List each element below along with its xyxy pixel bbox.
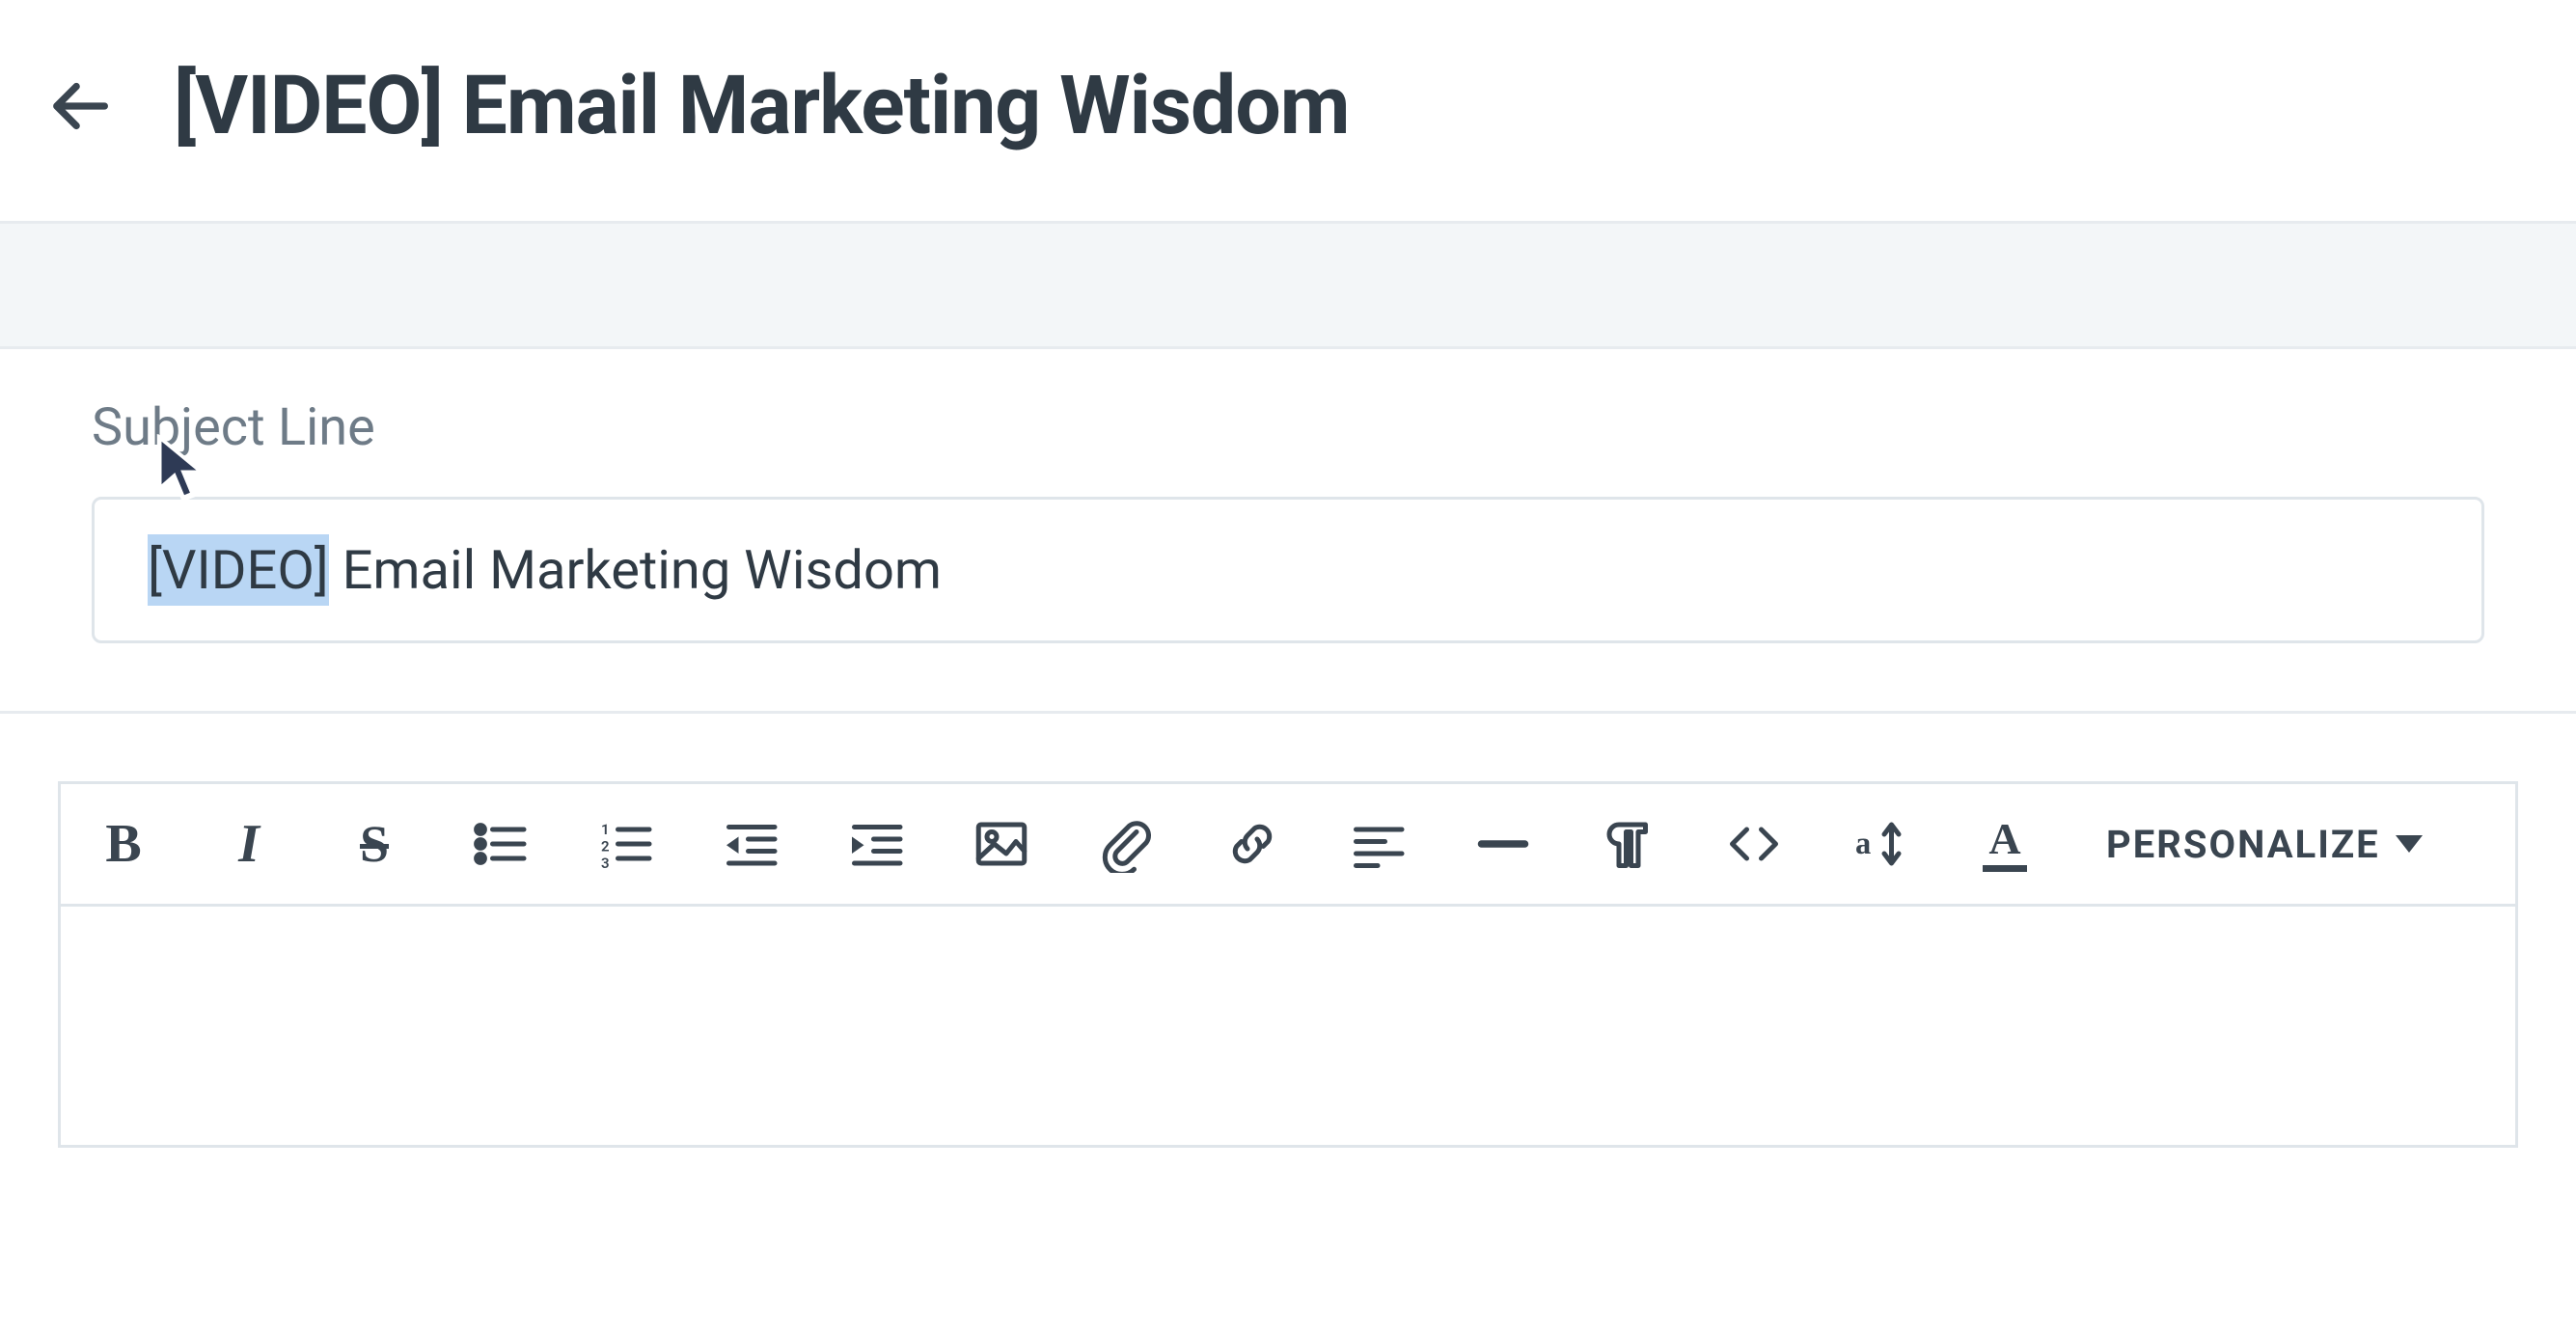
- subject-line-label: Subject Line: [92, 397, 2484, 458]
- bullet-list-button[interactable]: [437, 784, 562, 904]
- code-icon: [1725, 815, 1783, 873]
- italic-icon: I: [238, 813, 260, 875]
- bold-button[interactable]: B: [61, 784, 186, 904]
- paragraph-format-button[interactable]: [1566, 784, 1691, 904]
- arrow-left-icon: [48, 72, 116, 140]
- text-color-underline: [1983, 865, 2027, 872]
- subject-section: Subject Line [VIDEO] Email Marketing Wis…: [0, 349, 2576, 714]
- text-color-icon: A: [1988, 817, 2020, 861]
- link-button[interactable]: [1190, 784, 1315, 904]
- align-left-icon: [1349, 815, 1407, 873]
- link-icon: [1223, 815, 1281, 873]
- subject-selected-text: [VIDEO]: [148, 534, 329, 606]
- numbered-list-icon: 1 2 3: [596, 815, 654, 873]
- indent-icon: [847, 815, 905, 873]
- bold-icon: B: [105, 813, 141, 875]
- subject-line-input[interactable]: [VIDEO] Email Marketing Wisdom: [92, 497, 2484, 643]
- strikethrough-button[interactable]: S: [312, 784, 437, 904]
- back-button[interactable]: [39, 63, 125, 149]
- personalize-dropdown[interactable]: PERSONALIZE: [2068, 784, 2461, 904]
- editor-wrap: B I S 1 2 3: [0, 714, 2576, 1148]
- horizontal-rule-button[interactable]: [1440, 784, 1566, 904]
- line-height-icon: a: [1850, 815, 1908, 873]
- rich-text-toolbar: B I S 1 2 3: [58, 781, 2518, 907]
- italic-button[interactable]: I: [186, 784, 312, 904]
- caret-down-icon: [2396, 835, 2423, 853]
- svg-text:2: 2: [601, 838, 610, 856]
- outdent-button[interactable]: [688, 784, 813, 904]
- bullet-list-icon: [471, 815, 529, 873]
- personalize-label: PERSONALIZE: [2106, 822, 2380, 867]
- pilcrow-icon: [1600, 815, 1658, 873]
- paperclip-icon: [1098, 815, 1156, 873]
- email-body-editor[interactable]: [58, 907, 2518, 1148]
- strikethrough-icon: S: [360, 814, 389, 874]
- image-icon: [973, 815, 1030, 873]
- toolbar-strip: [0, 224, 2576, 349]
- text-color-button[interactable]: A: [1942, 784, 2068, 904]
- svg-text:3: 3: [601, 855, 610, 872]
- align-button[interactable]: [1315, 784, 1440, 904]
- outdent-icon: [722, 815, 780, 873]
- numbered-list-button[interactable]: 1 2 3: [562, 784, 688, 904]
- image-button[interactable]: [939, 784, 1064, 904]
- subject-rest-text: Email Marketing Wisdom: [329, 538, 942, 602]
- attachment-button[interactable]: [1064, 784, 1190, 904]
- svg-text:a: a: [1855, 827, 1871, 861]
- line-height-button[interactable]: a: [1817, 784, 1942, 904]
- horizontal-rule-icon: [1474, 815, 1532, 873]
- editor-header: [VIDEO] Email Marketing Wisdom: [0, 0, 2576, 224]
- page-title: [VIDEO] Email Marketing Wisdom: [174, 58, 1350, 153]
- indent-button[interactable]: [813, 784, 939, 904]
- svg-text:1: 1: [601, 821, 610, 838]
- code-view-button[interactable]: [1691, 784, 1817, 904]
